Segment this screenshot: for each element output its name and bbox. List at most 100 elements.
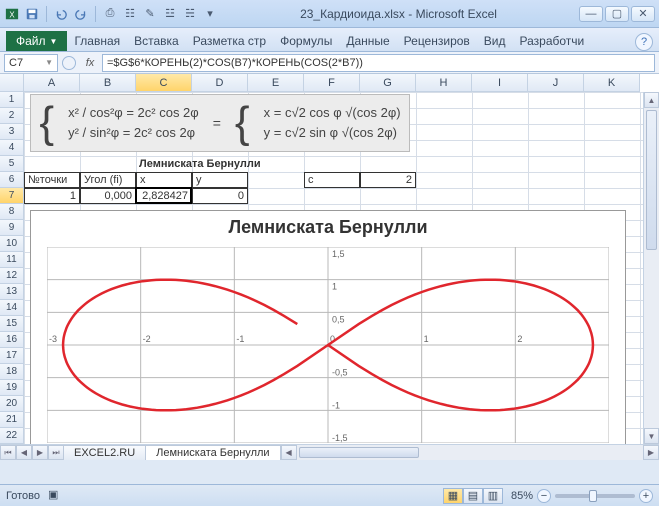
qat-icon-3[interactable]: ✎ bbox=[142, 6, 158, 22]
cell-B7[interactable]: 0,000 bbox=[80, 188, 136, 204]
col-header-B[interactable]: B bbox=[80, 74, 136, 92]
cell-A6[interactable]: №точки bbox=[24, 172, 80, 188]
cell-A7[interactable]: 1 bbox=[24, 188, 80, 204]
cell-C5[interactable]: Лемниската Бернулли bbox=[136, 156, 296, 172]
row-header-11[interactable]: 11 bbox=[0, 252, 24, 268]
cell-G6[interactable]: 2 bbox=[360, 172, 416, 188]
column-headers[interactable]: ABCDEFGHIJK bbox=[24, 74, 643, 92]
row-header-1[interactable]: 1 bbox=[0, 92, 24, 108]
row-header-19[interactable]: 19 bbox=[0, 380, 24, 396]
tab-insert[interactable]: Вставка bbox=[127, 31, 186, 51]
cell-C6[interactable]: x bbox=[136, 172, 192, 188]
tab-review[interactable]: Рецензиров bbox=[397, 31, 477, 51]
tab-layout[interactable]: Разметка стр bbox=[186, 31, 273, 51]
row-header-10[interactable]: 10 bbox=[0, 236, 24, 252]
sheet-nav-next[interactable]: ▶ bbox=[32, 445, 48, 460]
row-header-20[interactable]: 20 bbox=[0, 396, 24, 412]
row-header-16[interactable]: 16 bbox=[0, 332, 24, 348]
vscroll-thumb[interactable] bbox=[646, 110, 657, 250]
close-button[interactable]: ✕ bbox=[631, 6, 655, 22]
macro-record-icon[interactable]: ▣ bbox=[48, 488, 64, 504]
row-header-5[interactable]: 5 bbox=[0, 156, 24, 172]
sheet-nav-first[interactable]: ⏮ bbox=[0, 445, 16, 460]
col-header-G[interactable]: G bbox=[360, 74, 416, 92]
vertical-scrollbar[interactable]: ▲ ▼ bbox=[643, 92, 659, 444]
row-header-3[interactable]: 3 bbox=[0, 124, 24, 140]
scroll-right-button[interactable]: ▶ bbox=[643, 445, 659, 460]
row-header-7[interactable]: 7 bbox=[0, 188, 24, 204]
help-button[interactable]: ? bbox=[635, 33, 653, 51]
view-pagebreak-icon[interactable]: ▥ bbox=[483, 488, 503, 504]
row-headers[interactable]: 123456789101112131415161718192021222324 bbox=[0, 92, 24, 460]
horizontal-scrollbar[interactable]: ◀ ▶ bbox=[281, 445, 659, 460]
sheet-tab-1[interactable]: EXCEL2.RU bbox=[63, 445, 146, 460]
tab-developer[interactable]: Разработчи bbox=[513, 31, 592, 51]
row-header-4[interactable]: 4 bbox=[0, 140, 24, 156]
col-header-I[interactable]: I bbox=[472, 74, 528, 92]
scroll-left-button[interactable]: ◀ bbox=[281, 445, 297, 460]
zoom-out-button[interactable]: − bbox=[537, 489, 551, 503]
col-header-D[interactable]: D bbox=[192, 74, 248, 92]
file-tab[interactable]: Файл▼ bbox=[6, 31, 67, 51]
qat-icon-2[interactable]: ☷ bbox=[122, 6, 138, 22]
row-header-14[interactable]: 14 bbox=[0, 300, 24, 316]
save-icon[interactable] bbox=[24, 6, 40, 22]
qat-icon-1[interactable]: ⎙ bbox=[102, 6, 118, 22]
scroll-up-button[interactable]: ▲ bbox=[644, 92, 659, 108]
row-header-13[interactable]: 13 bbox=[0, 284, 24, 300]
row-header-15[interactable]: 15 bbox=[0, 316, 24, 332]
minimize-button[interactable]: — bbox=[579, 6, 603, 22]
fx-icon[interactable]: fx bbox=[82, 57, 98, 69]
cell-D6[interactable]: y bbox=[192, 172, 248, 188]
name-box[interactable]: C7▼ bbox=[4, 54, 58, 72]
tab-data[interactable]: Данные bbox=[339, 31, 396, 51]
zoom-slider-knob[interactable] bbox=[589, 490, 597, 502]
row-header-8[interactable]: 8 bbox=[0, 204, 24, 220]
formula-picture: { x² / cos²φ = 2c² cos 2φ y² / sin²φ = 2… bbox=[30, 94, 410, 152]
tab-view[interactable]: Вид bbox=[477, 31, 513, 51]
col-header-J[interactable]: J bbox=[528, 74, 584, 92]
row-header-21[interactable]: 21 bbox=[0, 412, 24, 428]
view-normal-icon[interactable]: ▦ bbox=[443, 488, 463, 504]
row-header-6[interactable]: 6 bbox=[0, 172, 24, 188]
zoom-in-button[interactable]: + bbox=[639, 489, 653, 503]
sheet-tab-2[interactable]: Лемниската Бернулли bbox=[145, 445, 280, 460]
cells-area[interactable]: { x² / cos²φ = 2c² cos 2φ y² / sin²φ = 2… bbox=[24, 92, 643, 444]
scroll-down-button[interactable]: ▼ bbox=[644, 428, 659, 444]
row-header-2[interactable]: 2 bbox=[0, 108, 24, 124]
col-header-A[interactable]: A bbox=[24, 74, 80, 92]
namebox-expand[interactable] bbox=[62, 56, 76, 70]
tab-formulas[interactable]: Формулы bbox=[273, 31, 339, 51]
qat-more-icon[interactable]: ▾ bbox=[202, 6, 218, 22]
cell-D7[interactable]: 0 bbox=[192, 188, 248, 204]
qat-icon-4[interactable]: ☳ bbox=[162, 6, 178, 22]
cell-B6[interactable]: Угол (fi) bbox=[80, 172, 136, 188]
formula-input[interactable]: =$G$6*КОРЕНЬ(2)*COS(B7)*КОРЕНЬ(COS(2*B7)… bbox=[102, 54, 655, 72]
col-header-H[interactable]: H bbox=[416, 74, 472, 92]
undo-icon[interactable] bbox=[53, 6, 69, 22]
cell-F6[interactable]: c bbox=[304, 172, 360, 188]
chart-object[interactable]: Лемниската Бернулли -3-2-10123-1,5-1-0,5… bbox=[30, 210, 626, 460]
sheet-nav-last[interactable]: ⏭ bbox=[48, 445, 64, 460]
col-header-F[interactable]: F bbox=[304, 74, 360, 92]
sheet-nav-prev[interactable]: ◀ bbox=[16, 445, 32, 460]
col-header-E[interactable]: E bbox=[248, 74, 304, 92]
redo-icon[interactable] bbox=[73, 6, 89, 22]
qat-icon-5[interactable]: ☵ bbox=[182, 6, 198, 22]
row-header-17[interactable]: 17 bbox=[0, 348, 24, 364]
col-header-K[interactable]: K bbox=[584, 74, 640, 92]
row-header-18[interactable]: 18 bbox=[0, 364, 24, 380]
maximize-button[interactable]: ▢ bbox=[605, 6, 629, 22]
svg-text:1,5: 1,5 bbox=[332, 249, 345, 259]
select-all-corner[interactable] bbox=[0, 74, 24, 92]
row-header-12[interactable]: 12 bbox=[0, 268, 24, 284]
row-header-9[interactable]: 9 bbox=[0, 220, 24, 236]
view-pagelayout-icon[interactable]: ▤ bbox=[463, 488, 483, 504]
worksheet-grid[interactable]: ABCDEFGHIJK 1234567891011121314151617181… bbox=[0, 74, 659, 460]
col-header-C[interactable]: C bbox=[136, 74, 192, 92]
tab-home[interactable]: Главная bbox=[67, 31, 127, 51]
row-header-22[interactable]: 22 bbox=[0, 428, 24, 444]
hscroll-thumb[interactable] bbox=[299, 447, 419, 458]
zoom-slider[interactable] bbox=[555, 494, 635, 498]
zoom-percent[interactable]: 85% bbox=[511, 490, 533, 502]
